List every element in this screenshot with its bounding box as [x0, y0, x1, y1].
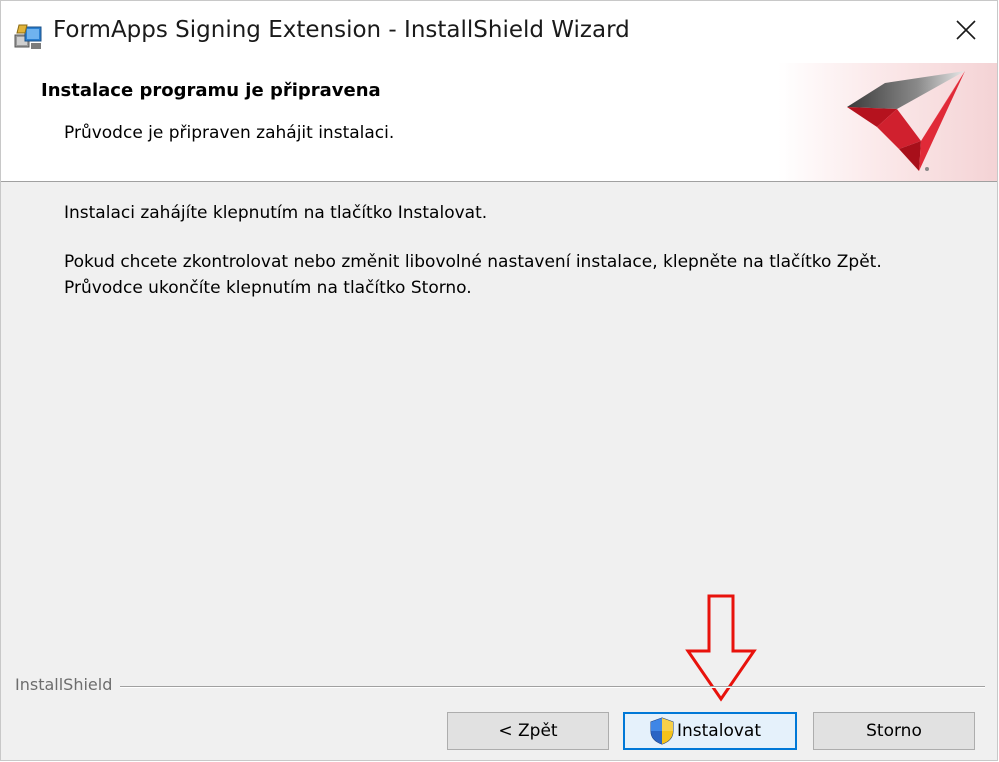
- step-title: Instalace programu je připravena: [41, 80, 381, 101]
- install-button[interactable]: Instalovat: [623, 712, 797, 750]
- instruction-text: Průvodce ukončíte klepnutím na tlačítko …: [64, 278, 472, 298]
- header-banner: Instalace programu je připravena Průvodc…: [1, 63, 997, 182]
- install-button-label: Instalovat: [677, 721, 761, 741]
- window-title: FormApps Signing Extension - InstallShie…: [53, 17, 630, 43]
- cancel-button-label: Storno: [866, 721, 922, 741]
- uac-shield-icon: [649, 717, 675, 745]
- title-bar[interactable]: FormApps Signing Extension - InstallShie…: [1, 1, 997, 63]
- cancel-button[interactable]: Storno: [813, 712, 975, 750]
- step-subtitle: Průvodce je připraven zahájit instalaci.: [64, 123, 395, 143]
- content-area: Instalaci zahájíte klepnutím na tlačítko…: [1, 182, 997, 660]
- close-icon: [954, 18, 978, 46]
- back-button-label: < Zpět: [498, 721, 558, 741]
- installshield-label: InstallShield: [15, 675, 121, 694]
- installshield-logo: [837, 69, 975, 175]
- close-button[interactable]: [935, 1, 997, 63]
- installer-window: FormApps Signing Extension - InstallShie…: [0, 0, 998, 761]
- instruction-text: Pokud chcete zkontrolovat nebo změnit li…: [64, 252, 882, 272]
- installer-icon: [13, 21, 45, 51]
- footer-separator: [15, 686, 985, 688]
- instruction-text: Instalaci zahájíte klepnutím na tlačítko…: [64, 203, 488, 223]
- back-button[interactable]: < Zpět: [447, 712, 609, 750]
